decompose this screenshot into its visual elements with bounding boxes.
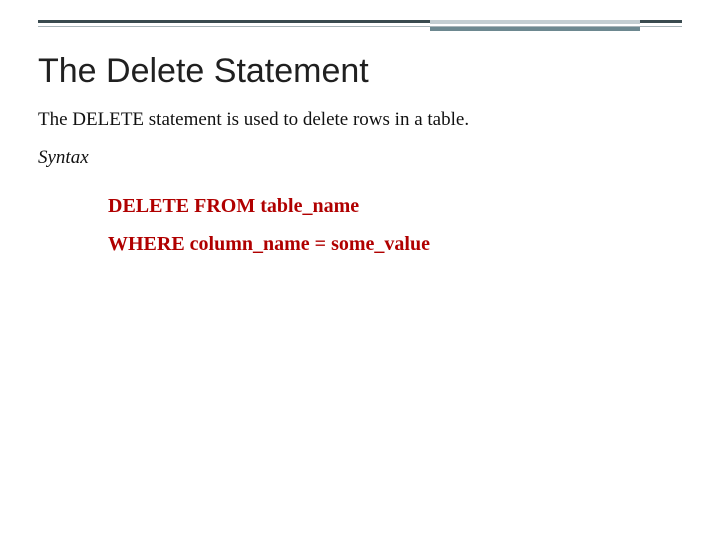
code-block: DELETE FROM table_name WHERE column_name… bbox=[108, 187, 682, 263]
header-rule-highlight-bottom bbox=[430, 27, 640, 31]
syntax-label: Syntax bbox=[38, 147, 682, 169]
slide-content: The Delete Statement The DELETE statemen… bbox=[38, 52, 682, 263]
code-line-1: DELETE FROM table_name bbox=[108, 187, 682, 225]
header-rule-highlight bbox=[430, 20, 640, 34]
header-rule-highlight-top bbox=[430, 20, 640, 24]
description-text: The DELETE statement is used to delete r… bbox=[38, 109, 682, 131]
header-rule bbox=[38, 20, 682, 34]
code-line-2: WHERE column_name = some_value bbox=[108, 225, 682, 263]
slide-title: The Delete Statement bbox=[38, 52, 682, 91]
